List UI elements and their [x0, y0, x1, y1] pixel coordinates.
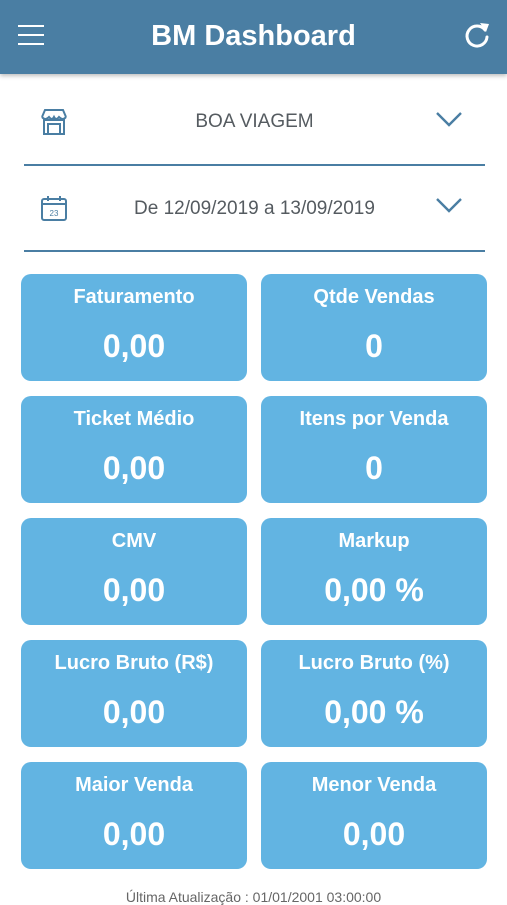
card-lucro-bruto-rs[interactable]: Lucro Bruto (R$) 0,00 [21, 640, 247, 747]
card-value: 0,00 [102, 328, 166, 364]
date-range-value: De 12/09/2019 a 13/09/2019 [134, 198, 375, 219]
card-label: Itens por Venda [299, 408, 449, 430]
card-label: Qtde Vendas [313, 286, 435, 308]
app-header: BM Dashboard [0, 0, 507, 74]
date-selector[interactable]: 23 De 12/09/2019 a 13/09/2019 [24, 164, 485, 252]
calendar-day-label: 23 [50, 209, 59, 218]
card-label: Ticket Médio [73, 408, 195, 430]
card-cmv[interactable]: CMV 0,00 [21, 518, 247, 625]
card-value: 0,00 [102, 694, 166, 730]
card-label: Menor Venda [311, 774, 437, 796]
card-qtde-vendas[interactable]: Qtde Vendas 0 [261, 274, 487, 381]
calendar-icon: 23 [41, 196, 67, 221]
card-value: 0,00 [342, 816, 406, 852]
chevron-down-icon[interactable] [435, 197, 463, 213]
card-value: 0 [365, 450, 383, 486]
last-update-text: Última Atualização : 01/01/2001 03:00:00 [125, 889, 382, 905]
card-label: CMV [111, 530, 157, 552]
card-label: Markup [338, 530, 410, 552]
card-value: 0,00 % [324, 572, 424, 608]
card-label: Maior Venda [75, 774, 193, 796]
card-label: Lucro Bruto (R$) [54, 652, 214, 674]
card-itens-por-venda[interactable]: Itens por Venda 0 [261, 396, 487, 503]
card-lucro-bruto-pct[interactable]: Lucro Bruto (%) 0,00 % [261, 640, 487, 747]
refresh-icon[interactable] [463, 20, 491, 50]
chevron-down-icon[interactable] [435, 111, 463, 127]
card-value: 0 [365, 328, 383, 364]
store-selector[interactable]: BOA VIAGEM [24, 78, 485, 166]
store-icon [41, 109, 67, 135]
card-label: Faturamento [73, 286, 195, 308]
card-ticket-medio[interactable]: Ticket Médio 0,00 [21, 396, 247, 503]
card-faturamento[interactable]: Faturamento 0,00 [21, 274, 247, 381]
card-maior-venda[interactable]: Maior Venda 0,00 [21, 762, 247, 869]
card-value: 0,00 % [324, 694, 424, 730]
store-selector-value: BOA VIAGEM [195, 111, 314, 132]
card-value: 0,00 [102, 816, 166, 852]
card-label: Lucro Bruto (%) [298, 652, 450, 674]
card-value: 0,00 [102, 572, 166, 608]
card-value: 0,00 [102, 450, 166, 486]
card-menor-venda[interactable]: Menor Venda 0,00 [261, 762, 487, 869]
card-markup[interactable]: Markup 0,00 % [261, 518, 487, 625]
page-title: BM Dashboard [151, 20, 356, 52]
